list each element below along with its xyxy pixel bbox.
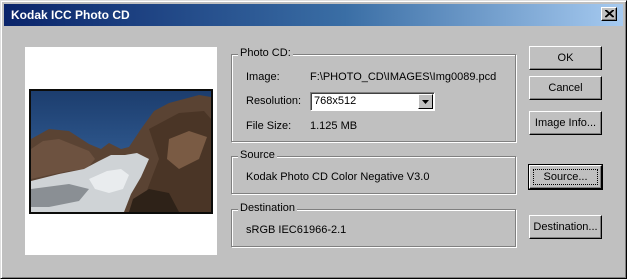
- resolution-selected-value: 768x512: [314, 95, 357, 107]
- ok-button[interactable]: OK: [529, 46, 602, 70]
- close-button[interactable]: [601, 7, 617, 21]
- file-size-label: File Size:: [246, 120, 292, 132]
- resolution-label: Resolution:: [246, 95, 302, 107]
- window-title: Kodak ICC Photo CD: [11, 8, 130, 22]
- image-info-button[interactable]: Image Info...: [529, 111, 602, 135]
- dialog-window: Kodak ICC Photo CD Photo CD: Image: F:\P…: [0, 0, 627, 279]
- image-label: Image:: [246, 71, 280, 83]
- destination-group-label: Destination: [238, 202, 298, 214]
- resolution-dropdown-button[interactable]: [418, 94, 433, 109]
- photo-cd-group-label: Photo CD:: [238, 47, 293, 59]
- source-profile: Kodak Photo CD Color Negative V3.0: [246, 171, 430, 183]
- image-path: F:\PHOTO_CD\IMAGES\Img0089.pcd: [310, 71, 497, 83]
- image-preview: [25, 47, 217, 255]
- source-button[interactable]: Source...: [528, 164, 603, 190]
- close-icon: [605, 10, 614, 18]
- preview-photo: [29, 89, 213, 214]
- file-size-value: 1.125 MB: [310, 120, 358, 132]
- photo-cd-group: Photo CD: Image: F:\PHOTO_CD\IMAGES\Img0…: [231, 47, 516, 142]
- chevron-down-icon: [422, 100, 429, 104]
- source-group: Source Kodak Photo CD Color Negative V3.…: [231, 149, 516, 194]
- title-bar[interactable]: Kodak ICC Photo CD: [4, 4, 623, 26]
- focus-ring: [533, 169, 598, 185]
- source-group-label: Source: [238, 149, 277, 161]
- destination-profile: sRGB IEC61966-2.1: [246, 224, 347, 236]
- resolution-select[interactable]: 768x512: [310, 92, 435, 111]
- cancel-button[interactable]: Cancel: [529, 76, 602, 100]
- destination-group: Destination sRGB IEC61966-2.1: [231, 202, 516, 247]
- destination-button[interactable]: Destination...: [529, 215, 602, 239]
